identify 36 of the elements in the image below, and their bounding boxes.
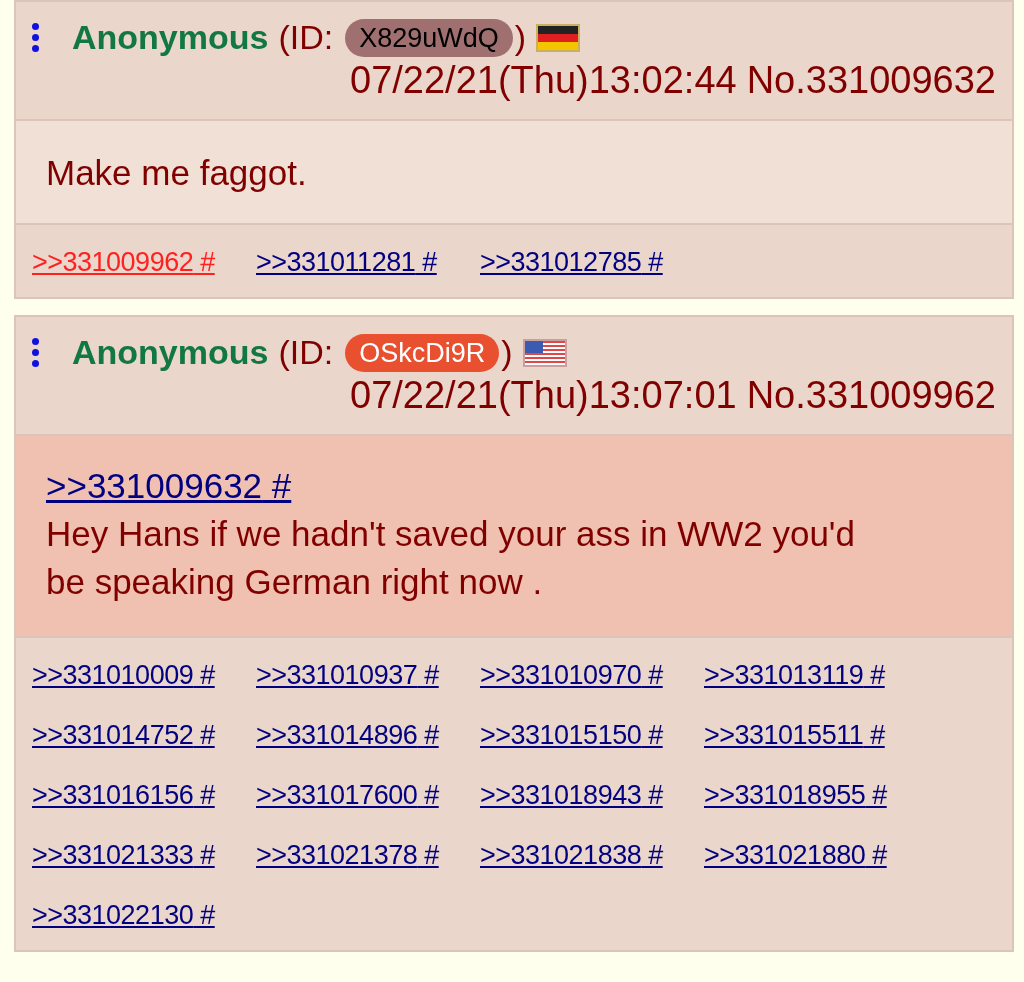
menu-icon[interactable] — [32, 23, 40, 52]
post-text: Make me faggot. — [46, 152, 308, 194]
reply-link[interactable]: >>331017600 # — [256, 778, 439, 812]
poster-id-badge: OSkcDi9R — [345, 333, 500, 372]
id-label-close: ) — [501, 332, 513, 373]
post-text: Hey Hans if we hadn't saved your ass in WW2 you'd be speaking German right now . — [46, 513, 856, 603]
post-number[interactable]: No.331009962 — [746, 374, 996, 416]
poster-id-badge: X829uWdQ — [345, 18, 513, 57]
menu-icon[interactable] — [32, 338, 40, 367]
reply-link[interactable]: >>331021838 # — [480, 838, 663, 872]
reply-link[interactable]: >>331010970 # — [480, 658, 663, 692]
reply-link[interactable]: >>331012785 # — [480, 245, 663, 279]
quote-link[interactable]: >>331009632 # — [46, 462, 292, 510]
reply-link[interactable]: >>331018955 # — [704, 778, 887, 812]
reply-link[interactable]: >>331016156 # — [32, 778, 215, 812]
reply-link[interactable]: >>331011281 # — [256, 245, 437, 279]
post-datetime: 07/22/21(Thu)13:02:44 — [350, 59, 737, 101]
post-number[interactable]: No.331009632 — [746, 59, 996, 101]
post-datetime: 07/22/21(Thu)13:07:01 — [350, 374, 737, 416]
id-label: (ID: — [278, 17, 334, 58]
reply-link[interactable]: >>331015150 # — [480, 718, 663, 752]
reply-link[interactable]: >>331021333 # — [32, 838, 215, 872]
reply-link[interactable]: >>331014896 # — [256, 718, 439, 752]
reply-link[interactable]: >>331015511 # — [704, 718, 885, 752]
poster-name: Anonymous — [72, 332, 269, 373]
reply-link[interactable]: >>331014752 # — [32, 718, 215, 752]
reply-link[interactable]: >>331021378 # — [256, 838, 439, 872]
id-label-close: ) — [514, 17, 527, 58]
id-label: (ID: — [278, 332, 334, 373]
reply-link[interactable]: >>331013119 # — [704, 658, 885, 692]
reply-link[interactable]: >>331010937 # — [256, 658, 439, 692]
poster-name: Anonymous — [72, 17, 269, 58]
reply-link[interactable]: >>331018943 # — [480, 778, 663, 812]
reply-link[interactable]: >>331010009 # — [32, 658, 215, 692]
reply-link[interactable]: >>331021880 # — [704, 838, 887, 872]
reply-link[interactable]: >>331022130 # — [32, 898, 215, 932]
